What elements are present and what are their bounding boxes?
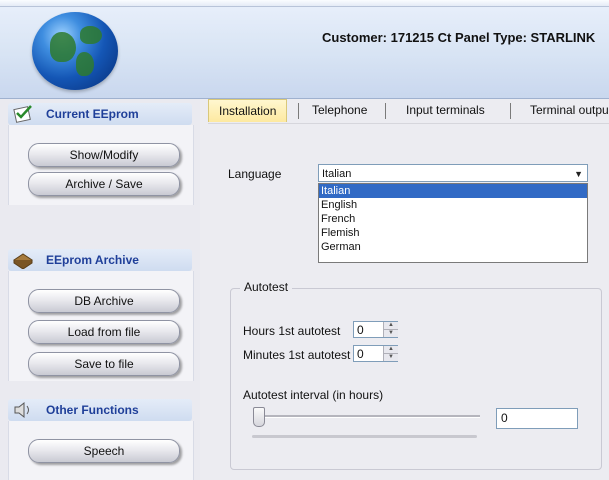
autotest-interval-label: Autotest interval (in hours) <box>243 388 384 402</box>
section-current-eeprom: Current EEprom <box>8 103 192 125</box>
tab-input-terminals[interactable]: Input terminals <box>396 99 495 121</box>
hours-autotest-spinner[interactable]: 0 ▲ ▼ <box>353 321 398 338</box>
section-title: EEprom Archive <box>46 253 139 267</box>
tab-separator <box>298 103 299 119</box>
archive-icon <box>12 251 34 270</box>
show-modify-button[interactable]: Show/Modify <box>28 143 180 167</box>
section-other-functions: Other Functions <box>8 399 192 421</box>
minutes-autotest-value: 0 <box>357 347 364 361</box>
autotest-interval-input[interactable]: 0 <box>496 408 578 429</box>
speaker-icon <box>12 401 34 419</box>
hours-autotest-label: Hours 1st autotest <box>243 324 341 338</box>
spin-up-icon[interactable]: ▲ <box>383 346 398 354</box>
archive-save-button[interactable]: Archive / Save <box>28 172 180 196</box>
window-top-edge <box>0 0 609 7</box>
checklist-icon <box>12 105 34 123</box>
language-option-french[interactable]: French <box>319 212 587 226</box>
autotest-group <box>230 288 602 470</box>
language-dropdown-list: Italian English French Flemish German <box>318 183 588 263</box>
spin-down-icon[interactable]: ▼ <box>383 330 398 337</box>
slider-tick-bar <box>252 435 477 438</box>
tab-telephone[interactable]: Telephone <box>302 99 377 121</box>
section-title: Current EEprom <box>46 107 139 121</box>
section-eeprom-archive: EEprom Archive <box>8 249 192 271</box>
hours-autotest-value: 0 <box>357 323 364 337</box>
language-select[interactable]: Italian ▼ <box>318 164 588 182</box>
autotest-interval-slider-track[interactable] <box>258 415 480 418</box>
save-to-file-button[interactable]: Save to file <box>28 352 180 376</box>
language-option-english[interactable]: English <box>319 198 587 212</box>
main-panel: Installation Telephone Input terminals T… <box>200 99 609 480</box>
language-select-value: Italian <box>322 168 352 180</box>
spin-up-icon[interactable]: ▲ <box>383 322 398 330</box>
speech-button[interactable]: Speech <box>28 439 180 463</box>
db-archive-button[interactable]: DB Archive <box>28 289 180 313</box>
tab-terminal-outputs[interactable]: Terminal outpu <box>520 99 609 121</box>
language-label: Language <box>228 167 282 181</box>
section-title: Other Functions <box>46 403 139 417</box>
customer-info: Customer: 171215 Ct Panel Type: STARLINK <box>322 30 596 45</box>
tab-bar: Installation Telephone Input terminals T… <box>208 99 609 124</box>
header-bar: Customer: 171215 Ct Panel Type: STARLINK <box>0 0 609 99</box>
minutes-autotest-spinner[interactable]: 0 ▲ ▼ <box>353 345 398 362</box>
language-option-italian[interactable]: Italian <box>319 184 587 198</box>
autotest-interval-slider-thumb[interactable] <box>253 407 265 427</box>
globe-icon <box>32 12 118 90</box>
language-option-german[interactable]: German <box>319 240 587 254</box>
tab-installation[interactable]: Installation <box>208 99 288 122</box>
minutes-autotest-label: Minutes 1st autotest <box>243 348 351 362</box>
load-from-file-button[interactable]: Load from file <box>28 320 180 344</box>
autotest-title: Autotest <box>240 280 293 294</box>
tab-separator <box>510 103 511 119</box>
language-option-flemish[interactable]: Flemish <box>319 226 587 240</box>
sidebar: Current EEprom Show/Modify Archive / Sav… <box>0 99 200 480</box>
chevron-down-icon[interactable]: ▼ <box>574 165 583 183</box>
tab-separator <box>385 103 386 119</box>
spin-down-icon[interactable]: ▼ <box>383 354 398 361</box>
